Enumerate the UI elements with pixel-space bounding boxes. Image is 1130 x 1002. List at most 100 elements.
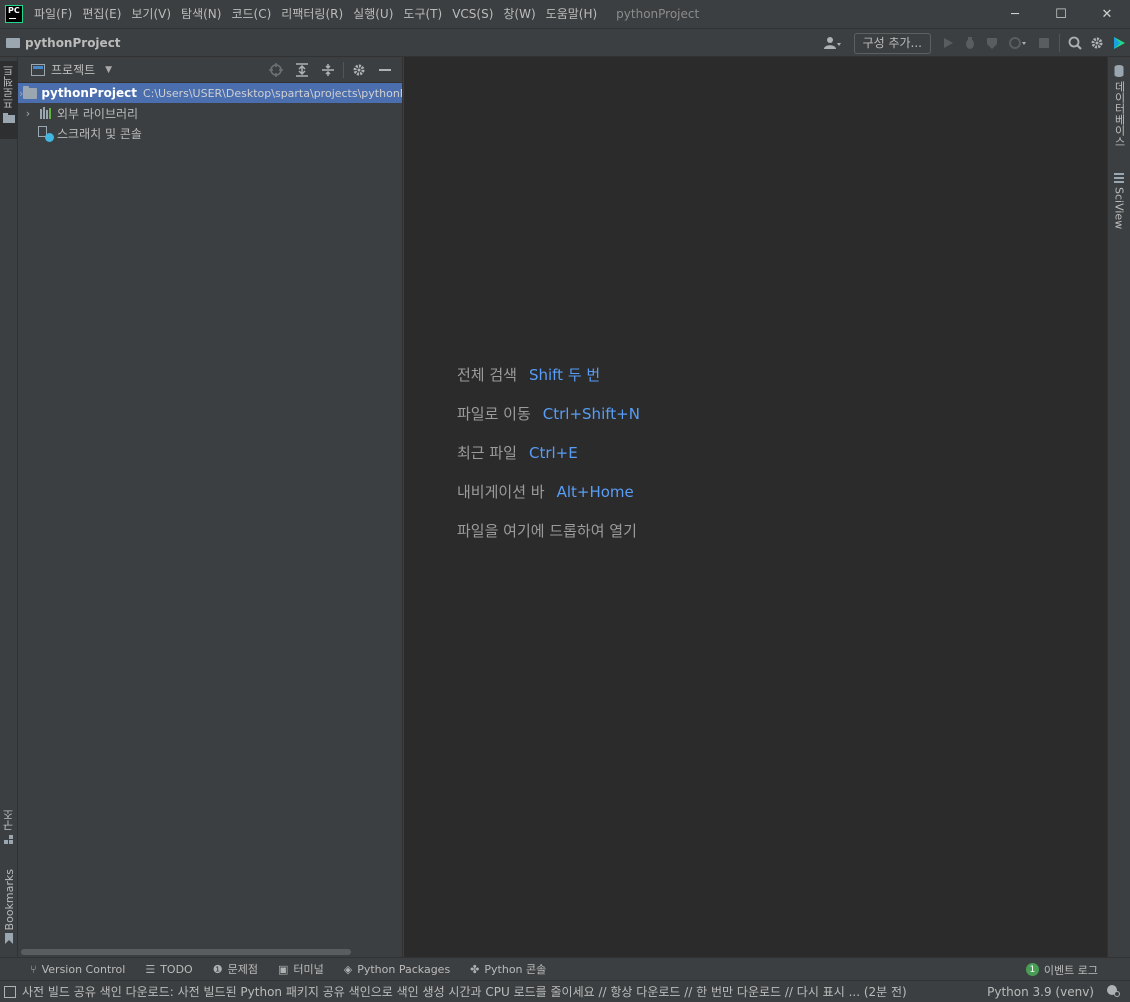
tab-label: Python 콘솔 [484, 963, 547, 976]
hint-label: 내비게이션 바 [457, 483, 545, 501]
title-bar: PC 파일(F) 편집(E) 보기(V) 탐색(N) 코드(C) 리팩터링(R)… [0, 0, 1130, 28]
horizontal-scrollbar[interactable] [21, 949, 351, 955]
hint-label: 최근 파일 [457, 444, 517, 462]
run-icon[interactable] [937, 32, 959, 54]
collapse-all-icon[interactable] [315, 57, 341, 83]
tree-row-external-libraries[interactable]: › 외부 라이브러리 [18, 103, 402, 123]
menu-refactor[interactable]: 리팩터링(R) [276, 0, 348, 28]
gear-icon[interactable] [1086, 32, 1108, 54]
hint-search-everywhere: 전체 검색 Shift 두 번 [457, 355, 649, 394]
gear-icon[interactable] [346, 57, 372, 83]
project-panel-title[interactable]: 프로젝트 [51, 61, 95, 78]
database-tool-tab[interactable]: 데이터베이스 [1108, 65, 1130, 155]
expand-all-icon[interactable] [289, 57, 315, 83]
tab-todo[interactable]: ☰ TODO [135, 958, 202, 981]
user-icon[interactable] [818, 32, 848, 54]
tree-row-label: pythonProject [41, 86, 137, 100]
window-title: pythonProject [616, 7, 700, 21]
project-view-icon [31, 63, 45, 76]
structure-tool-tab[interactable]: 구조 [0, 809, 18, 853]
window-controls: ─ ☐ ✕ [992, 0, 1130, 28]
tree-row-project-root[interactable]: › pythonProject C:\Users\USER\Desktop\sp… [18, 83, 402, 103]
tab-terminal[interactable]: ▣ 터미널 [268, 958, 334, 981]
project-panel-header: 프로젝트 ▼ [18, 57, 402, 83]
pycharm-logo-icon: PC [5, 5, 23, 23]
logo-icon[interactable] [1108, 32, 1130, 54]
hint-recent-files: 최근 파일 Ctrl+E [457, 433, 649, 472]
list-icon: ☰ [145, 962, 156, 976]
folder-icon [6, 37, 20, 48]
folder-icon [23, 85, 38, 99]
tree-row-path: C:\Users\USER\Desktop\sparta\projects\py… [142, 86, 402, 100]
tab-python-console[interactable]: ✤ Python 콘솔 [460, 958, 556, 981]
navigation-bar: pythonProject 구성 추가... [0, 28, 1130, 57]
menu-navigate[interactable]: 탐색(N) [176, 0, 226, 28]
editor-empty-area[interactable]: 전체 검색 Shift 두 번 파일로 이동 Ctrl+Shift+N 최근 파… [404, 57, 1107, 957]
tab-version-control[interactable]: ⑂ Version Control [20, 958, 135, 981]
project-tool-tab[interactable]: 프로젝트 [0, 61, 18, 139]
terminal-icon: ▣ [277, 962, 289, 976]
project-panel-toolbar [263, 57, 398, 83]
minimize-button[interactable]: ─ [992, 0, 1038, 28]
hint-shortcut: Alt+Home [556, 482, 634, 501]
close-button[interactable]: ✕ [1084, 0, 1130, 28]
tab-label: 문제점 [227, 963, 258, 976]
tab-python-packages[interactable]: ◈ Python Packages [334, 958, 460, 981]
menu-tools[interactable]: 도구(T) [398, 0, 447, 28]
menu-code[interactable]: 코드(C) [226, 0, 276, 28]
project-tab-label: 프로젝트 [2, 65, 15, 109]
menu-edit[interactable]: 편집(E) [77, 0, 126, 28]
hint-label: 파일로 이동 [457, 405, 531, 423]
tab-problems[interactable]: ❶ 문제점 [203, 958, 268, 981]
coverage-icon[interactable] [981, 32, 1003, 54]
sciview-tool-tab[interactable]: SciView [1108, 173, 1130, 233]
library-icon [39, 107, 51, 119]
maximize-button[interactable]: ☐ [1038, 0, 1084, 28]
status-message[interactable]: 사전 빌드 공유 색인 다운로드: 사전 빌드된 Python 패키지 공유 색… [22, 983, 972, 1000]
menu-view[interactable]: 보기(V) [126, 0, 176, 28]
tab-label: 이벤트 로그 [1043, 963, 1098, 977]
structure-tab-label: 구조 [2, 809, 15, 831]
hint-label: 전체 검색 [457, 366, 517, 384]
main-toolbar: 구성 추가... [818, 29, 1130, 57]
database-tab-label: 데이터베이스 [1113, 81, 1126, 147]
bookmarks-tab-label: Bookmarks [2, 869, 16, 931]
search-icon[interactable] [1064, 32, 1086, 54]
menu-window[interactable]: 창(W) [498, 0, 540, 28]
right-tool-strip: 데이터베이스 SciView [1107, 57, 1130, 957]
chevron-right-icon[interactable]: › [19, 107, 37, 120]
layers-icon: ◈ [343, 962, 353, 976]
tab-label: TODO [160, 962, 193, 976]
tree-row-label: 외부 라이브러리 [57, 106, 139, 121]
tab-event-log[interactable]: 1 이벤트 로그 [1025, 958, 1098, 981]
tree-row-label: 스크래치 및 콘솔 [57, 126, 142, 141]
menu-file[interactable]: 파일(F) [29, 0, 77, 28]
chevron-down-icon[interactable]: ▼ [105, 65, 112, 75]
hide-panel-icon[interactable] [372, 57, 398, 83]
tree-row-scratches[interactable]: 스크래치 및 콘솔 [18, 123, 402, 143]
stop-icon[interactable] [1033, 32, 1055, 54]
toggle-tool-windows-icon[interactable] [4, 985, 16, 998]
menu-run[interactable]: 실행(U) [348, 0, 398, 28]
project-tree: › pythonProject C:\Users\USER\Desktop\sp… [18, 83, 402, 143]
toolbar-separator [343, 62, 344, 78]
hint-shortcut: Shift 두 번 [528, 366, 601, 384]
add-configuration-button[interactable]: 구성 추가... [853, 32, 931, 54]
python-interpreter[interactable]: Python 3.9 (venv) [987, 985, 1094, 999]
hint-navigation-bar: 내비게이션 바 Alt+Home [457, 472, 649, 511]
hint-go-to-file: 파일로 이동 Ctrl+Shift+N [457, 394, 649, 433]
menu-help[interactable]: 도움말(H) [541, 0, 603, 28]
debug-icon[interactable] [959, 32, 981, 54]
sciview-icon [1114, 173, 1124, 183]
locate-icon[interactable] [263, 57, 289, 83]
tab-label: Python Packages [357, 962, 451, 976]
bookmarks-tool-tab[interactable]: Bookmarks [0, 869, 18, 947]
hint-shortcut: Ctrl+Shift+N [542, 404, 640, 423]
main-menu: 파일(F) 편집(E) 보기(V) 탐색(N) 코드(C) 리팩터링(R) 실행… [29, 0, 602, 28]
editor-hints: 전체 검색 Shift 두 번 파일로 이동 Ctrl+Shift+N 최근 파… [457, 355, 649, 550]
inspector-icon[interactable] [1106, 983, 1120, 1000]
bookmark-icon [5, 933, 13, 945]
breadcrumb-project[interactable]: pythonProject [25, 36, 121, 50]
profile-icon[interactable] [1003, 32, 1033, 54]
menu-vcs[interactable]: VCS(S) [447, 0, 498, 28]
